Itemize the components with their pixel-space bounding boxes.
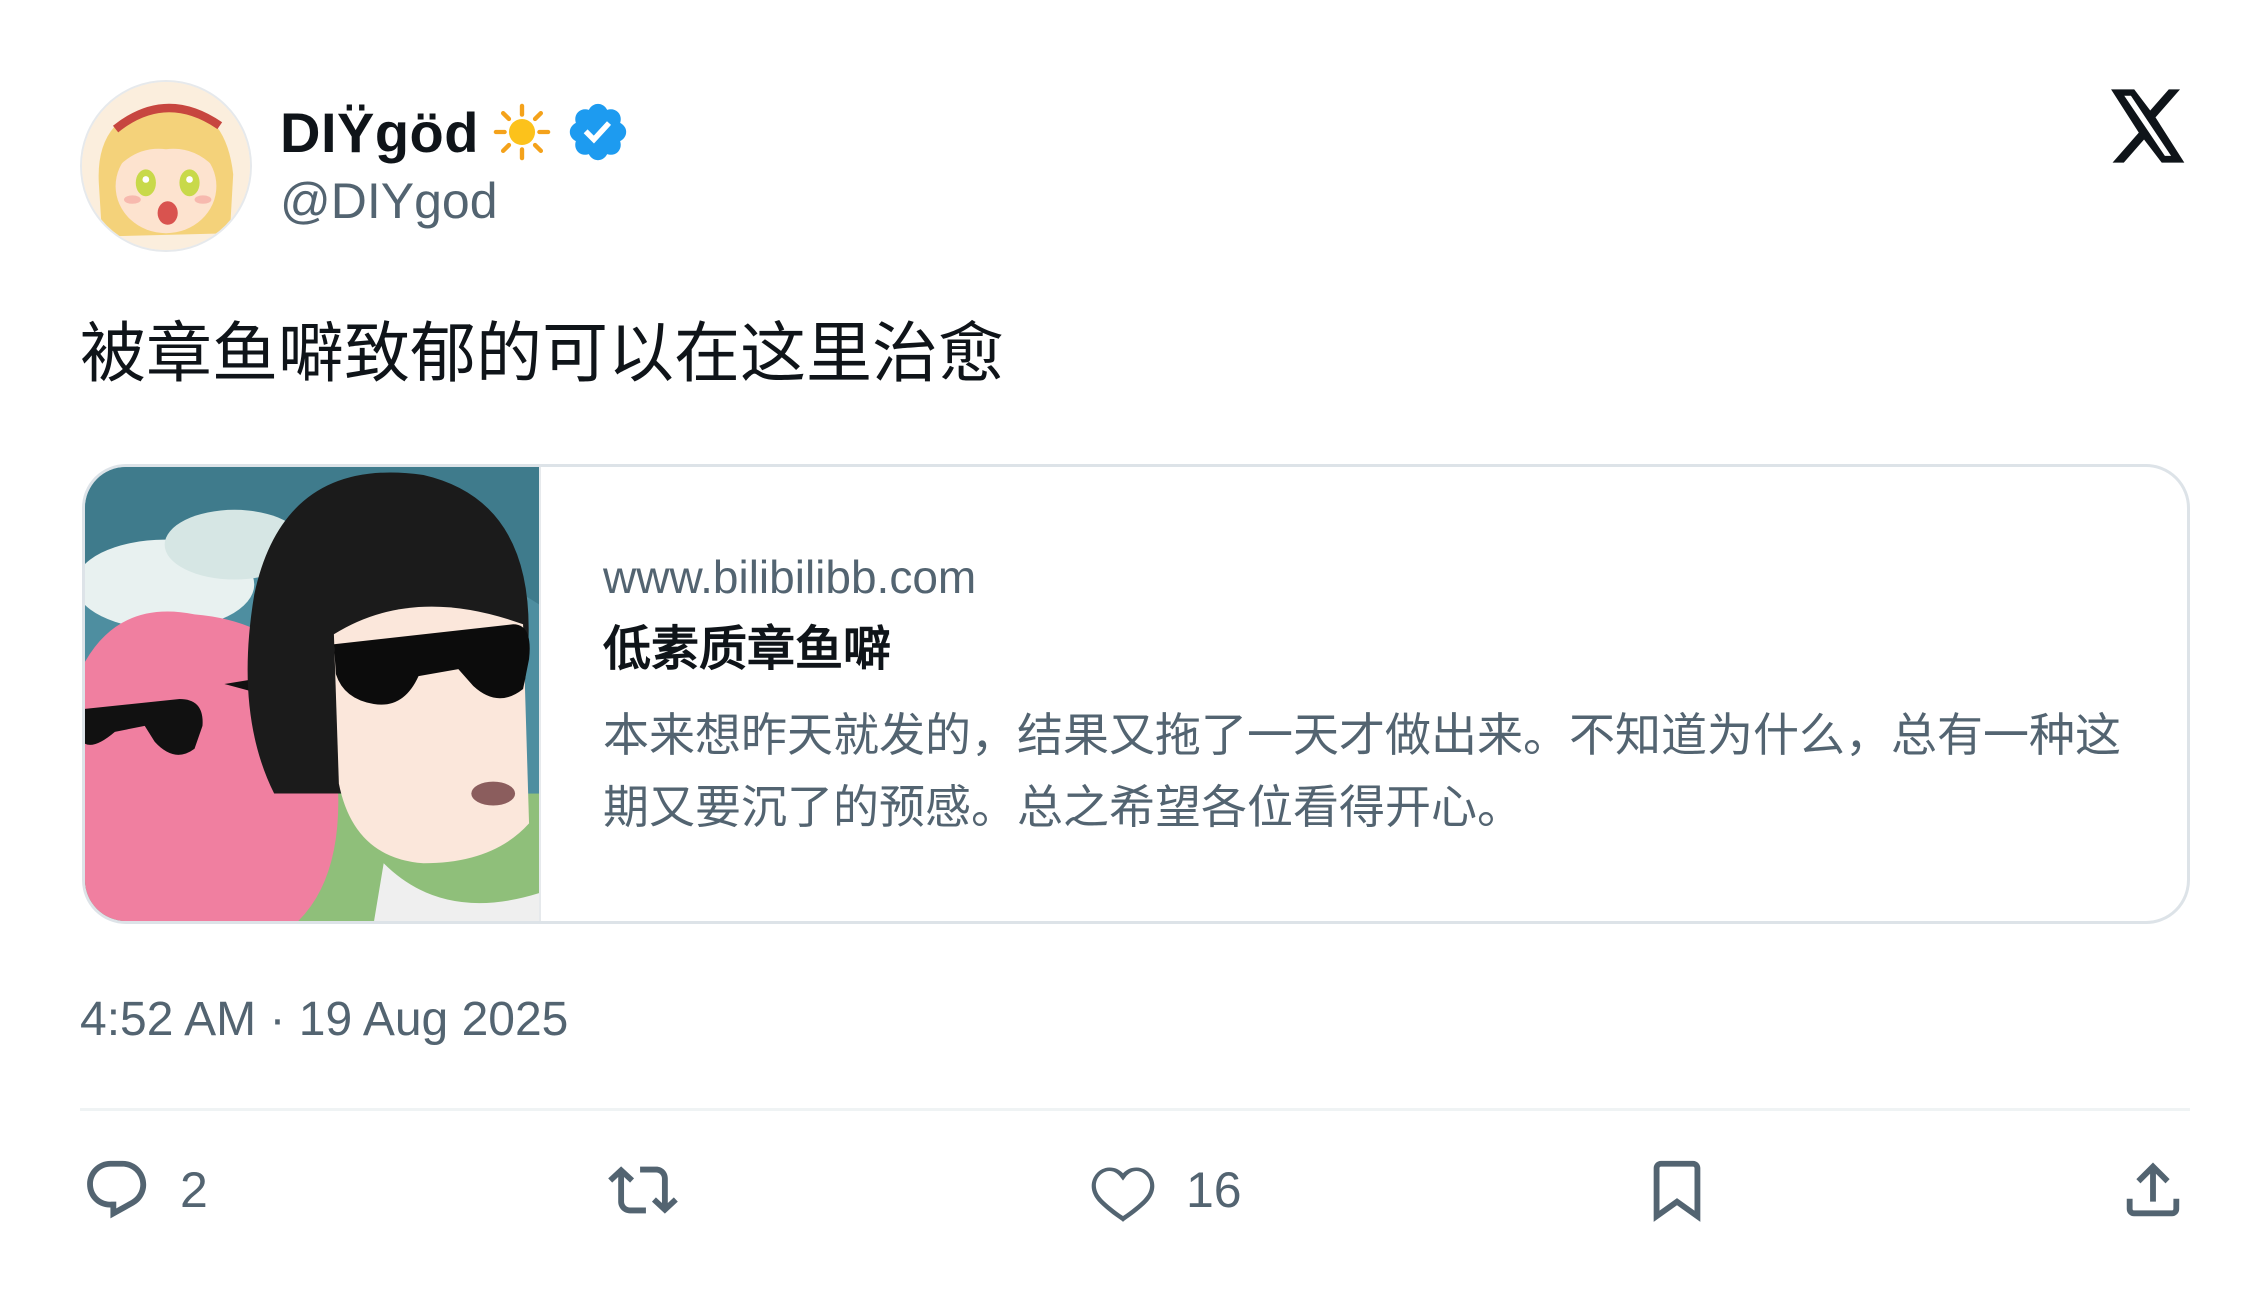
reply-count: 2	[180, 1162, 208, 1218]
anime-thumbnail-icon	[85, 467, 539, 921]
divider	[80, 1108, 2190, 1111]
tweet-card: DIŸgöd @DIYgod 被章鱼噼致郁的可以在这里治愈 www.bilibi…	[0, 0, 2268, 1304]
bookmark-icon	[1653, 1160, 1701, 1222]
like-count: 16	[1186, 1162, 1242, 1218]
retweet-icon	[608, 1166, 678, 1214]
like-button[interactable]: 16	[1088, 1150, 1242, 1230]
reply-icon	[87, 1160, 147, 1219]
display-name[interactable]: DIŸgöd	[280, 100, 479, 165]
link-preview-card[interactable]: www.bilibilibb.com 低素质章鱼噼 本来想昨天就发的，结果又拖了…	[82, 464, 2190, 924]
x-logo-icon[interactable]	[2108, 88, 2188, 164]
author-name-row[interactable]: DIŸgöd	[280, 100, 631, 164]
author-handle[interactable]: @DIYgod	[280, 172, 498, 230]
verified-badge-icon[interactable]	[565, 99, 631, 165]
link-description: 本来想昨天就发的，结果又拖了一天才做出来。不知道为什么，总有一种这期又要沉了的预…	[603, 708, 2121, 834]
link-card-body: www.bilibilibb.com 低素质章鱼噼 本来想昨天就发的，结果又拖了…	[541, 467, 2123, 921]
share-button[interactable]	[2118, 1150, 2188, 1230]
avatar[interactable]	[80, 80, 252, 252]
retweet-button[interactable]	[608, 1150, 706, 1230]
tweet-text: 被章鱼噼致郁的可以在这里治愈	[80, 315, 1004, 392]
reply-button[interactable]: 2	[82, 1150, 208, 1230]
heart-icon	[1091, 1167, 1155, 1222]
share-icon	[2126, 1162, 2180, 1217]
bookmark-button[interactable]	[1642, 1150, 1712, 1230]
link-domain: www.bilibilibb.com	[603, 551, 977, 603]
anime-avatar-icon	[82, 82, 250, 250]
tweet-timestamp[interactable]: 4:52 AM · 19 Aug 2025	[80, 992, 568, 1047]
action-bar: 2 16	[0, 1150, 2268, 1230]
link-thumbnail[interactable]	[85, 467, 541, 921]
sun-icon	[493, 103, 551, 161]
link-title[interactable]: 低素质章鱼噼	[603, 617, 2123, 681]
